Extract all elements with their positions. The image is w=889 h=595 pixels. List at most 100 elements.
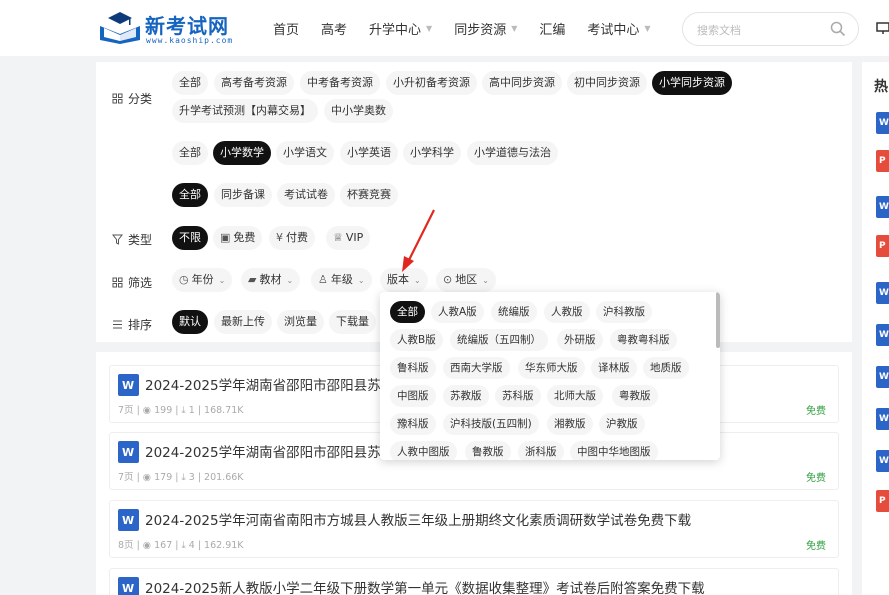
dropdown-scrollbar[interactable] [716,292,720,348]
word-doc-icon[interactable]: W [876,112,889,134]
version-option[interactable]: 粤教版 [612,385,658,407]
version-option[interactable]: 人教中图版 [390,441,457,460]
version-option[interactable]: 鲁教版 [465,441,511,460]
nav-sync-resources[interactable]: 同步资源 ▼ [443,19,528,38]
version-option[interactable]: 豫科版 [390,413,436,435]
version-option[interactable]: 沪科技版(五四制) [443,413,539,435]
version-option[interactable]: 人教版 [544,301,590,323]
category-chip[interactable]: 高中同步资源 [482,71,562,95]
site-logo[interactable]: 新考试网 www.kaoship.com [98,10,238,46]
category-chip[interactable]: 中考备考资源 [300,71,380,95]
funnel-icon [112,234,123,245]
version-dropdown-menu: 全部 人教A版 统编版 人教版 沪科教版 人教B版 统编版（五四制） 外研版 粤… [380,292,720,460]
sort-chip-active[interactable]: 默认 [172,310,208,334]
version-option[interactable]: 浙科版 [518,441,564,460]
textbook-filter-dropdown[interactable]: ▰ 教材 ⌄ [241,268,301,292]
price-badge: 免费 [806,406,826,417]
version-option[interactable]: 苏科版 [495,385,541,407]
version-option[interactable]: 沪教版 [599,413,645,435]
doc-title[interactable]: 2024-2025新人教版小学二年级下册数学第一单元《数据收集整理》考试卷后附答… [145,577,705,595]
nav-admission-center[interactable]: 升学中心 ▼ [358,19,443,38]
word-doc-icon[interactable]: W [876,282,889,304]
word-doc-icon: W [118,441,139,463]
version-option[interactable]: 外研版 [557,329,603,351]
word-doc-icon[interactable]: W [876,450,889,472]
doc-title[interactable]: 2024-2025学年湖南省邵阳市邵阳县苏教 [145,374,394,394]
region-filter-dropdown[interactable]: ⊙ 地区 ⌄ [436,268,496,292]
subject-chip[interactable]: 小学科学 [403,141,461,165]
eye-icon: ◉ [142,540,152,551]
type-chip-vip[interactable]: ♕ VIP [326,226,371,250]
grid-icon [112,277,123,288]
subject-chip[interactable]: 小学语文 [276,141,334,165]
category-chip[interactable]: 小升初备考资源 [386,71,477,95]
clock-icon: ◷ [179,273,189,286]
word-doc-icon[interactable]: W [876,196,889,218]
version-option[interactable]: 北师大版 [547,385,603,407]
word-doc-icon[interactable]: W [876,408,889,430]
nav-exam-center[interactable]: 考试中心 ▼ [576,19,661,38]
doc-title[interactable]: 2024-2025学年河南省南阳市方城县人教版三年级上册期终文化素质调研数学试卷… [145,509,691,529]
version-option[interactable]: 粤教粤科版 [610,329,677,351]
doc-meta: 7页 | ◉ 179 | ⤓ 3 | 201.66K [118,472,244,483]
subject-chip[interactable]: 小学道德与法治 [467,141,558,165]
subtype-chip[interactable]: 同步备课 [214,183,272,207]
version-option[interactable]: 人教A版 [431,301,484,323]
subtype-chip[interactable]: 考试试卷 [277,183,335,207]
type-chip-paid[interactable]: ¥ 付费 [269,226,315,250]
word-doc-icon: W [118,577,139,595]
version-option[interactable]: 苏教版 [443,385,489,407]
sort-chip[interactable]: 浏览量 [277,310,324,334]
type-chip-active[interactable]: 不限 [172,226,208,250]
subtype-chip-active[interactable]: 全部 [172,183,208,207]
category-label: 分类 [112,90,152,107]
list-item[interactable]: W 2024-2025新人教版小学二年级下册数学第一单元《数据收集整理》考试卷后… [109,568,839,595]
version-option[interactable]: 鲁科版 [390,357,436,379]
subtype-chip[interactable]: 杯赛竞赛 [340,183,398,207]
version-option[interactable]: 地质版 [643,357,689,379]
word-doc-icon[interactable]: W [876,324,889,346]
book-cap-logo-icon [100,12,140,44]
monitor-icon[interactable] [876,21,889,35]
subject-chip[interactable]: 全部 [172,141,208,165]
type-chip-free[interactable]: ▣ 免费 [213,226,263,250]
search-box[interactable]: 搜索文档 [682,12,859,46]
version-option[interactable]: 统编版 [491,301,537,323]
nav-home[interactable]: 首页 [262,19,310,38]
category-chip[interactable]: 中小学奥数 [324,99,393,123]
list-item[interactable]: W 2024-2025学年河南省南阳市方城县人教版三年级上册期终文化素质调研数学… [109,500,839,558]
version-option[interactable]: 华东师大版 [518,357,585,379]
word-doc-icon[interactable]: W [876,366,889,388]
sort-chip[interactable]: 下载量 [329,310,376,334]
version-option[interactable]: 中图中华地图版 [570,441,658,460]
subject-chip-active[interactable]: 小学数学 [213,141,271,165]
nav-gaokao[interactable]: 高考 [310,19,358,38]
category-chip[interactable]: 全部 [172,71,208,95]
category-chip[interactable]: 升学考试预测【内幕交易】 [172,99,318,123]
search-icon[interactable] [830,21,846,37]
version-option[interactable]: 译林版 [591,357,637,379]
category-chip[interactable]: 初中同步资源 [567,71,647,95]
year-filter-dropdown[interactable]: ◷ 年份 ⌄ [172,268,233,292]
doc-meta: 8页 | ◉ 167 | ⤓ 4 | 162.91K [118,540,244,551]
version-option[interactable]: 中图版 [390,385,436,407]
category-chip-active[interactable]: 小学同步资源 [652,71,732,95]
version-option[interactable]: 湘教版 [547,413,593,435]
doc-title[interactable]: 2024-2025学年湖南省邵阳市邵阳县苏教 [145,441,394,461]
category-chip[interactable]: 高考备考资源 [214,71,294,95]
version-option[interactable]: 人教B版 [390,329,443,351]
search-input[interactable]: 搜索文档 [697,22,741,38]
word-doc-icon: W [118,509,139,531]
version-option-active[interactable]: 全部 [390,301,425,323]
version-option[interactable]: 统编版（五四制） [450,329,548,351]
subject-chip[interactable]: 小学英语 [340,141,398,165]
grade-filter-dropdown[interactable]: ♙ 年级 ⌄ [311,268,372,292]
person-icon: ♙ [318,273,328,286]
pdf-doc-icon[interactable]: P [876,150,889,172]
pdf-doc-icon[interactable]: P [876,490,889,512]
version-option[interactable]: 沪科教版 [596,301,652,323]
version-option[interactable]: 西南大学版 [443,357,510,379]
nav-compilation[interactable]: 汇编 [528,19,576,38]
pdf-doc-icon[interactable]: P [876,235,889,257]
sort-chip[interactable]: 最新上传 [214,310,272,334]
